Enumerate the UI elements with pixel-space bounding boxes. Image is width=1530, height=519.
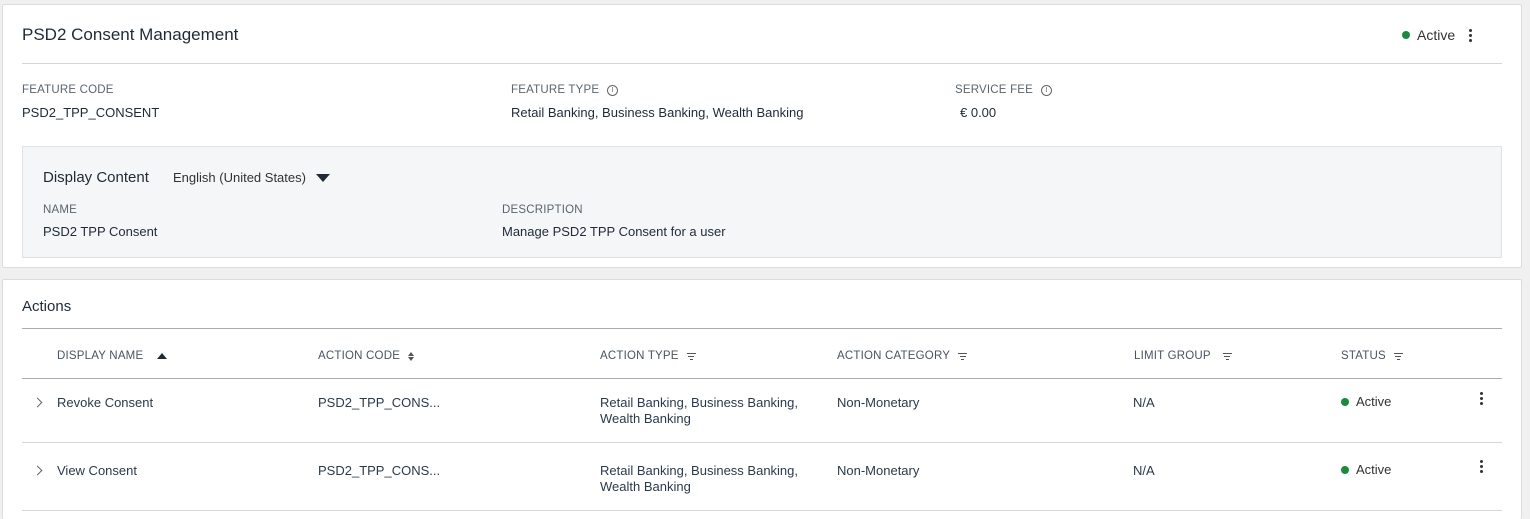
row-action-type: Retail Banking, Business Banking, Wealth… [600, 463, 799, 494]
caret-down-icon [315, 173, 330, 182]
chevron-right-icon[interactable] [32, 465, 43, 476]
column-header-action-code[interactable]: ACTION CODE [318, 350, 415, 362]
info-icon[interactable]: i [1041, 84, 1053, 96]
table-row[interactable]: View Consent PSD2_TPP_CONS... Retail Ban… [22, 443, 1502, 509]
kebab-menu-icon [1468, 28, 1472, 32]
content-name-value: PSD2 TPP Consent [43, 224, 158, 239]
language-selected: English (United States) [173, 170, 306, 185]
row-limit-group: N/A [1133, 463, 1155, 478]
row-display-name: Revoke Consent [57, 395, 154, 410]
sort-asc-icon [157, 353, 168, 359]
service-fee-label: SERVICE FEE i [955, 84, 1053, 96]
service-fee-value: € 0.00 [960, 105, 997, 120]
row-action-code: PSD2_TPP_CONS... [318, 463, 441, 478]
filter-icon[interactable] [1393, 352, 1403, 360]
row-action-code: PSD2_TPP_CONS... [318, 395, 441, 410]
feature-code-label: FEATURE CODE [22, 84, 114, 96]
row-divider [22, 510, 1502, 511]
header-divider [22, 63, 1502, 64]
status-dot-icon [1341, 397, 1349, 406]
column-header-limit-group[interactable]: LIMIT GROUP [1134, 350, 1232, 362]
row-limit-group: N/A [1133, 395, 1155, 410]
feature-status-badge: Active [1402, 27, 1455, 43]
column-header-display-name[interactable]: DISPLAY NAME [57, 350, 168, 362]
row-more-options-button[interactable] [1474, 457, 1488, 475]
actions-divider [22, 328, 1502, 329]
row-action-category: Non-Monetary [837, 463, 920, 478]
row-display-name: View Consent [57, 463, 137, 478]
feature-code-value: PSD2_TPP_CONSENT [22, 105, 160, 120]
feature-more-options-button[interactable] [1463, 26, 1477, 44]
feature-details-card: PSD2 Consent Management Active FEATURE C… [2, 4, 1522, 268]
info-icon[interactable]: i [607, 84, 619, 96]
display-content-panel: Display Content English (United States) … [22, 146, 1502, 258]
language-dropdown[interactable]: English (United States) [173, 170, 330, 185]
content-description-value: Manage PSD2 TPP Consent for a user [502, 224, 726, 239]
status-dot-icon [1402, 31, 1410, 39]
display-content-title: Display Content [43, 169, 149, 186]
feature-status-text: Active [1417, 27, 1456, 43]
status-dot-icon [1341, 465, 1349, 474]
column-header-action-category[interactable]: ACTION CATEGORY [837, 350, 968, 362]
filter-icon[interactable] [1222, 352, 1232, 360]
chevron-right-icon[interactable] [32, 397, 43, 408]
sort-icon [408, 351, 415, 361]
row-status-badge: Active [1341, 462, 1391, 477]
row-action-type: Retail Banking, Business Banking, Wealth… [600, 395, 799, 426]
page-title: PSD2 Consent Management [22, 25, 239, 44]
column-header-status[interactable]: STATUS [1341, 350, 1403, 362]
row-action-category: Non-Monetary [837, 395, 920, 410]
row-status-badge: Active [1341, 394, 1391, 409]
table-row[interactable]: Revoke Consent PSD2_TPP_CONS... Retail B… [22, 379, 1502, 442]
actions-title: Actions [22, 298, 72, 315]
content-description-label: DESCRIPTION [502, 204, 583, 216]
kebab-menu-icon [1479, 459, 1483, 463]
filter-icon[interactable] [958, 352, 968, 360]
kebab-menu-icon [1479, 391, 1483, 395]
filter-icon[interactable] [686, 352, 696, 360]
column-header-action-type[interactable]: ACTION TYPE [600, 350, 696, 362]
actions-card: Actions DISPLAY NAME ACTION CODE ACTION … [2, 279, 1522, 519]
row-more-options-button[interactable] [1474, 389, 1488, 407]
content-name-label: NAME [43, 204, 78, 216]
feature-type-label: FEATURE TYPE i [511, 84, 619, 96]
feature-type-value: Retail Banking, Business Banking, Wealth… [511, 105, 804, 120]
